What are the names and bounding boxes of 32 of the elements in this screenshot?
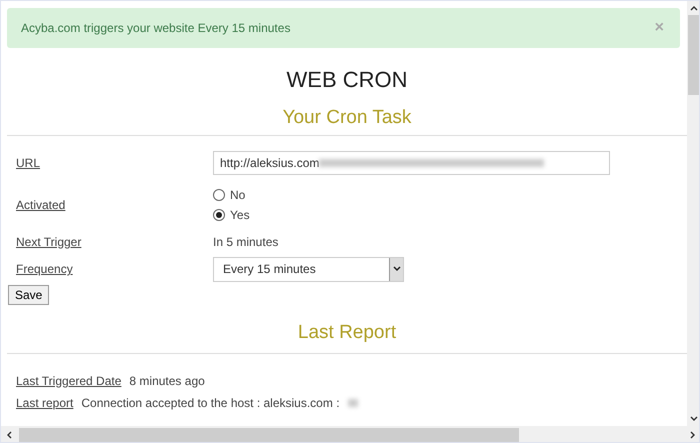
alert-message: Acyba.com triggers your website Every 15 minutes (21, 21, 290, 35)
blurred-text (348, 399, 358, 407)
horizontal-scrollbar[interactable] (1, 426, 699, 442)
url-field[interactable]: http://aleksius.com (213, 151, 610, 175)
page-title: WEB CRON (286, 67, 408, 94)
radio-button[interactable] (213, 209, 225, 221)
url-label[interactable]: URL (16, 156, 213, 170)
activated-label[interactable]: Activated (16, 198, 213, 212)
report-label[interactable]: Last report (16, 396, 74, 410)
scroll-left-icon[interactable] (5, 431, 13, 439)
radio-button[interactable] (213, 189, 225, 201)
scrollbar-thumb[interactable] (19, 428, 519, 442)
save-button[interactable]: Save (8, 285, 50, 305)
radio-label: Yes (230, 208, 250, 222)
radio-label: No (230, 188, 246, 202)
scrollbar-thumb[interactable] (688, 15, 699, 95)
report-value: 8 minutes ago (129, 374, 205, 388)
section-heading: Your Cron Task (282, 107, 412, 129)
scroll-up-icon[interactable] (690, 4, 698, 12)
vertical-scrollbar[interactable] (687, 1, 699, 426)
radio-option[interactable]: No (213, 188, 687, 202)
section-heading: Last Report (296, 322, 398, 344)
scroll-right-icon[interactable] (689, 431, 697, 439)
report-label[interactable]: Last Triggered Date (16, 374, 122, 388)
report-value: Connection accepted to the host : aleksius.com : (81, 396, 340, 410)
frequency-label[interactable]: Frequency (16, 262, 213, 276)
frequency-select[interactable]: Every 15 minutes (213, 256, 404, 282)
next-trigger-label[interactable]: Next Trigger (16, 235, 213, 249)
scroll-down-icon[interactable] (690, 415, 698, 423)
next-trigger-value: In 5 minutes (213, 235, 280, 249)
caret-icon (392, 266, 400, 272)
radio-option[interactable]: Yes (213, 208, 687, 222)
